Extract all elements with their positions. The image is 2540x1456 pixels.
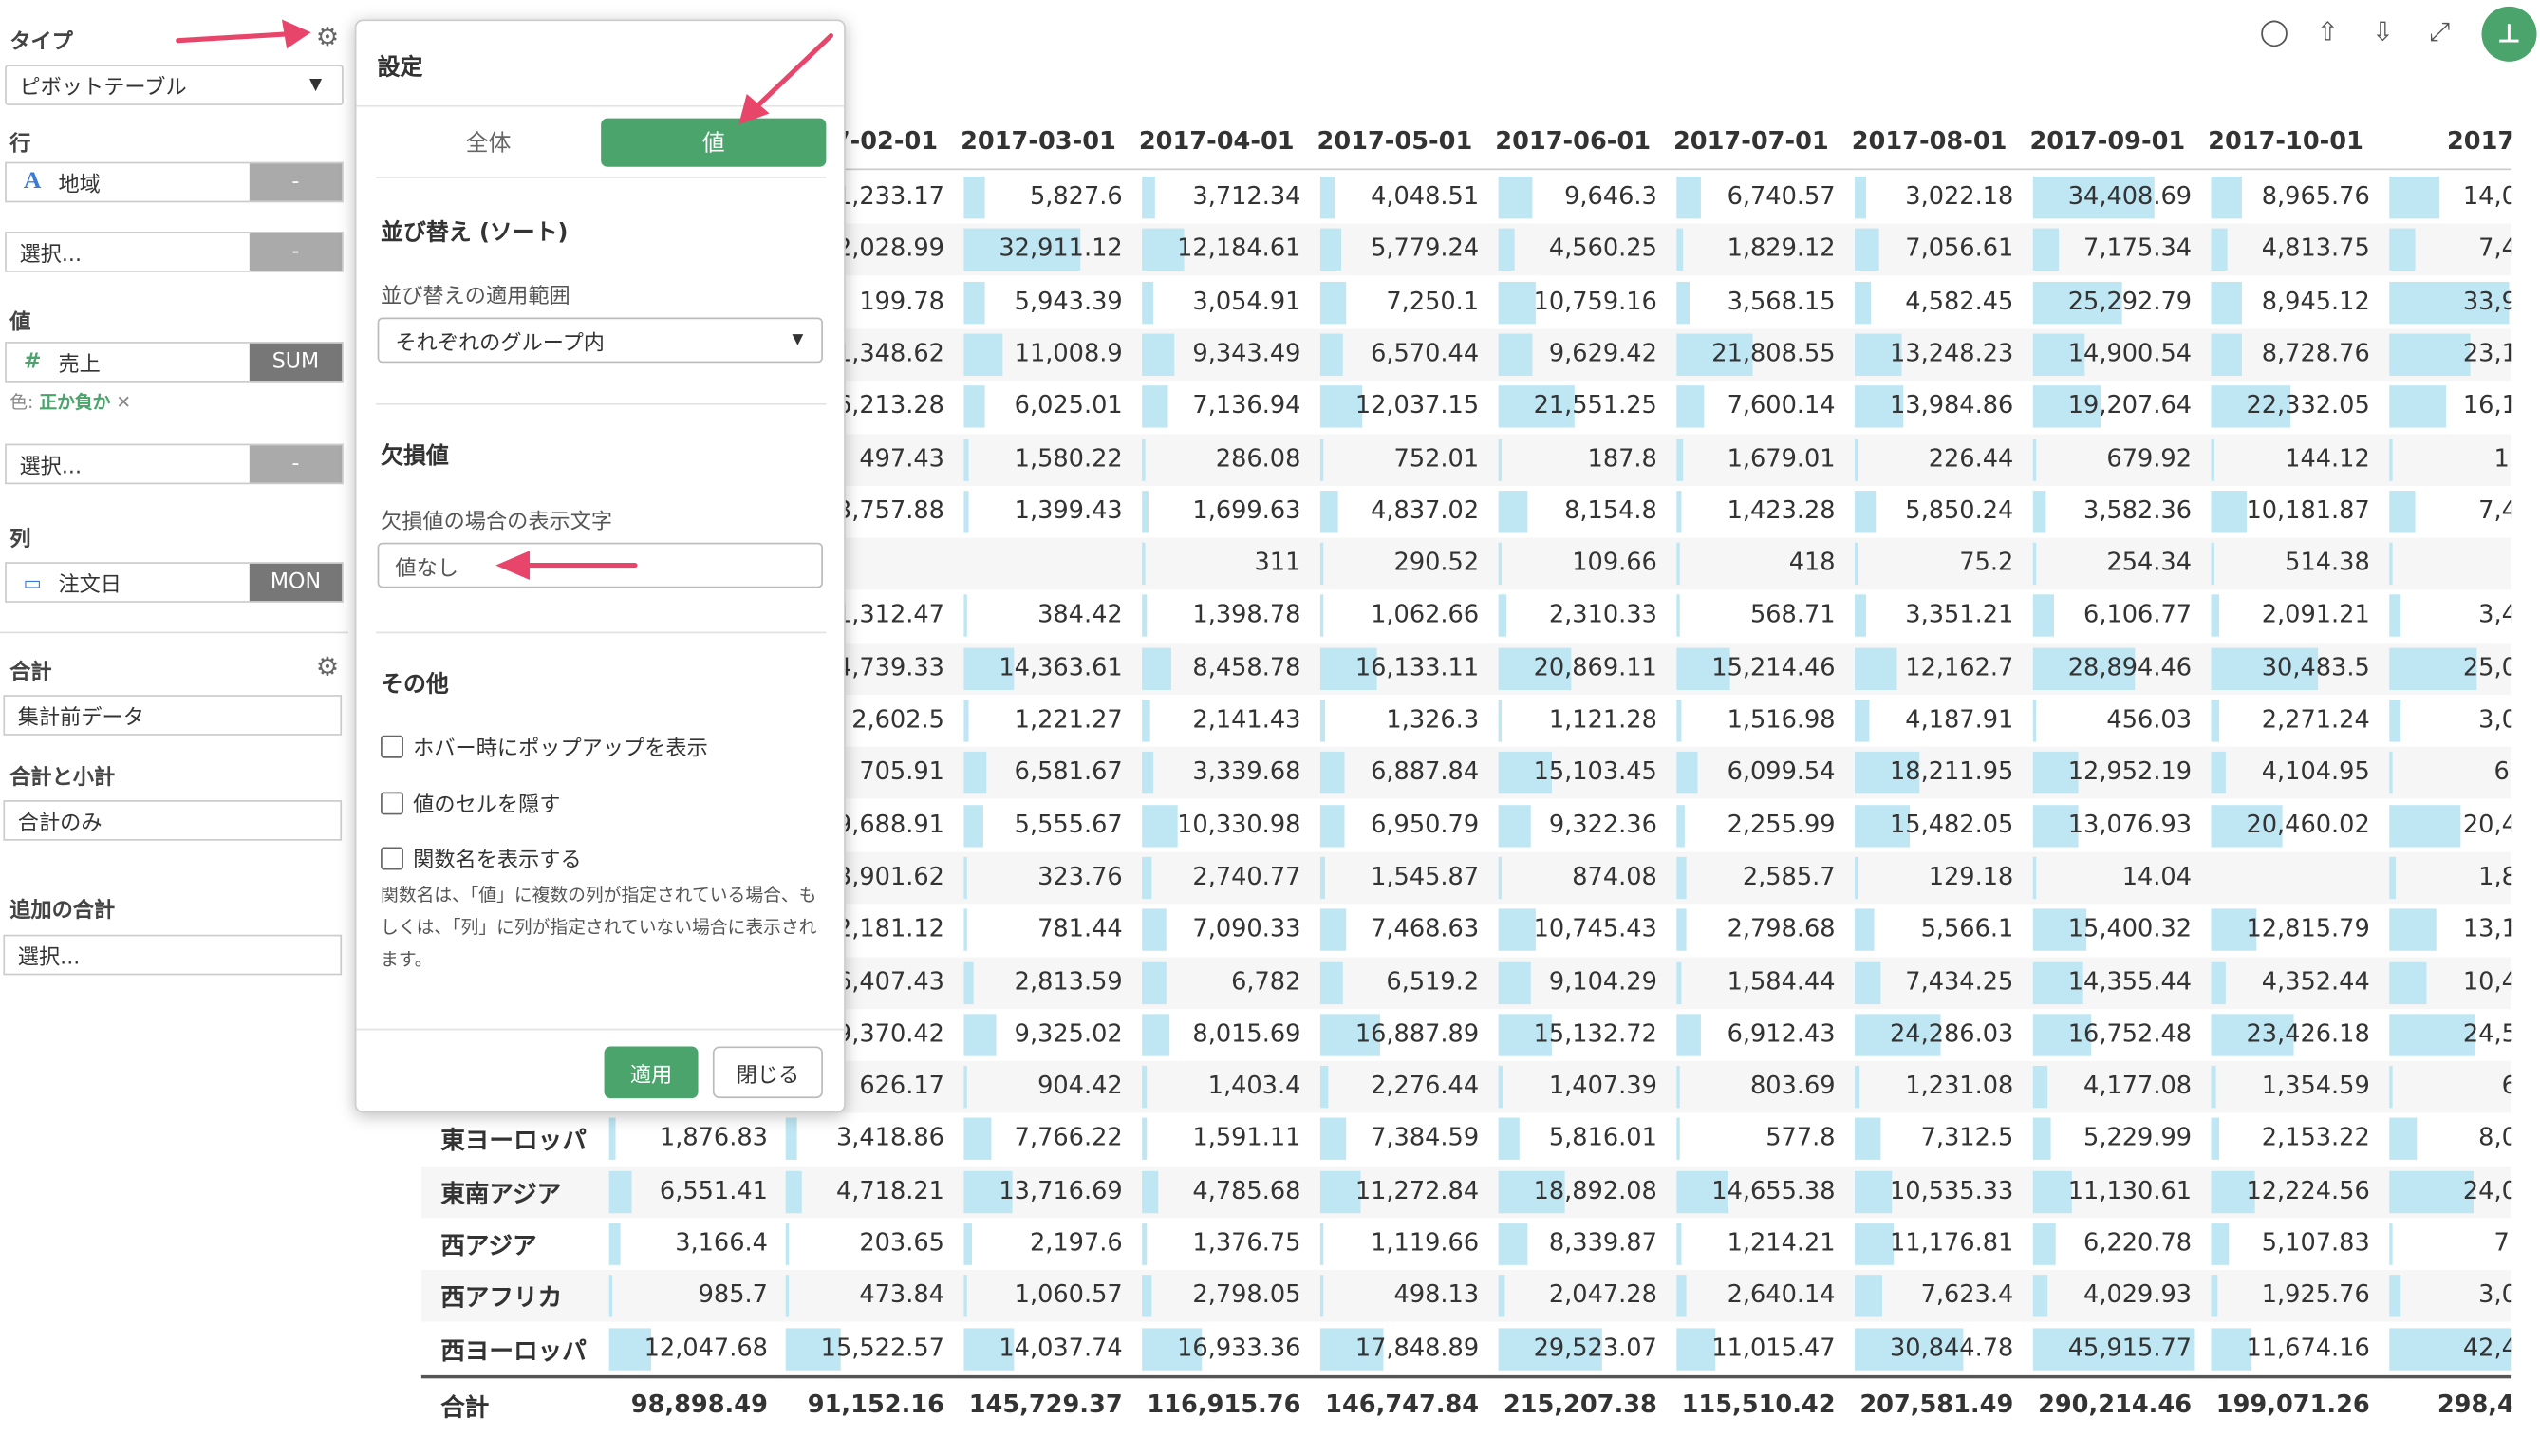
- arrow-to-values-tab: [754, 32, 834, 110]
- arrow-to-gear: [176, 31, 291, 44]
- arrow-head: [495, 551, 531, 580]
- arrow-head: [281, 19, 311, 49]
- app-root: タイプ ⚙ ピボットテーブル ▼ 行 A 地域 - 選択... - 値 # 売上…: [0, 0, 2540, 1453]
- annotation-arrows: [176, 19, 834, 580]
